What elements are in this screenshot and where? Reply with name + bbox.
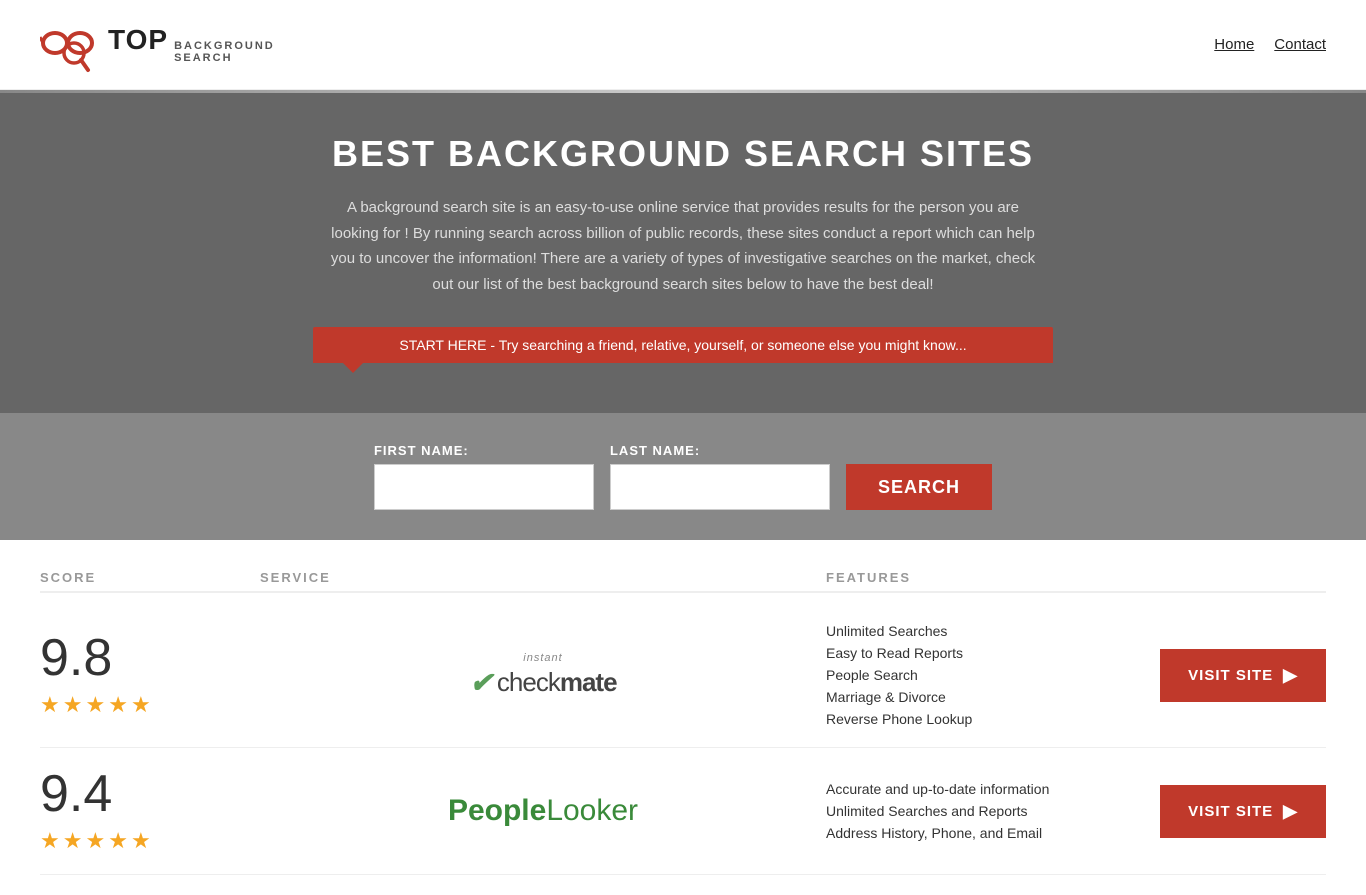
search-button[interactable]: SEARCH	[846, 464, 992, 510]
hero-section: BEST BACKGROUND SEARCH SITES A backgroun…	[0, 93, 1366, 413]
feature-2-0: Accurate and up-to-date information	[826, 781, 1146, 797]
search-form: FIRST NAME: LAST NAME: SEARCH	[293, 443, 1073, 510]
nav-contact[interactable]: Contact	[1274, 36, 1326, 53]
logo-sub1: BACKGROUND	[174, 40, 275, 52]
star-2-4: ★	[108, 828, 128, 854]
star-3: ★	[85, 692, 105, 718]
feature-2-1: Unlimited Searches and Reports	[826, 803, 1146, 819]
visit-button-1[interactable]: VISIT SITE ▶	[1160, 649, 1326, 702]
table-row: 9.4 ★ ★ ★ ★ ★ PeopleLooker Accurate and …	[40, 748, 1326, 875]
logo-text: TOP BACKGROUND SEARCH	[108, 25, 275, 64]
visit-arrow-2: ▶	[1283, 801, 1298, 822]
hero-title: BEST BACKGROUND SEARCH SITES	[20, 133, 1346, 175]
visit-cell-1: VISIT SITE ▶	[1146, 649, 1326, 702]
nav-home[interactable]: Home	[1214, 36, 1254, 53]
visit-cell-2: VISIT SITE ▶	[1146, 785, 1326, 838]
visit-arrow-1: ▶	[1283, 665, 1298, 686]
service-cell-1: instant ✔ checkmate	[260, 652, 826, 699]
people-text: People	[448, 794, 546, 827]
visit-button-2[interactable]: VISIT SITE ▶	[1160, 785, 1326, 838]
features-cell-1: Unlimited Searches Easy to Read Reports …	[826, 623, 1146, 727]
feature-1-4: Reverse Phone Lookup	[826, 711, 1146, 727]
star-2-3: ★	[85, 828, 105, 854]
main-nav: Home Contact	[1214, 36, 1326, 53]
table-row: 9.8 ★ ★ ★ ★ ★ instant ✔ checkmate Unlimi…	[40, 603, 1326, 748]
feature-1-3: Marriage & Divorce	[826, 689, 1146, 705]
score-cell-1: 9.8 ★ ★ ★ ★ ★	[40, 632, 260, 718]
last-name-label: LAST NAME:	[610, 443, 830, 458]
banner-text: START HERE - Try searching a friend, rel…	[399, 337, 966, 353]
header-action	[1146, 570, 1326, 585]
check-text: checkmate	[497, 667, 617, 698]
star-5: ★	[131, 692, 151, 718]
peoplelooker-logo: PeopleLooker	[448, 794, 638, 828]
search-form-wrapper: FIRST NAME: LAST NAME: SEARCH	[0, 413, 1366, 540]
hero-description: A background search site is an easy-to-u…	[323, 195, 1043, 297]
star-1: ★	[40, 692, 60, 718]
instant-label: instant	[523, 652, 562, 664]
checkmate-name: ✔ checkmate	[469, 666, 616, 699]
star-2: ★	[63, 692, 83, 718]
results-table: SCORE SERVICE FEATURES 9.8 ★ ★ ★ ★ ★ ins…	[0, 540, 1366, 895]
feature-1-1: Easy to Read Reports	[826, 645, 1146, 661]
star-2-2: ★	[63, 828, 83, 854]
first-name-label: FIRST NAME:	[374, 443, 594, 458]
search-banner: START HERE - Try searching a friend, rel…	[313, 327, 1053, 363]
first-name-input[interactable]	[374, 464, 594, 510]
first-name-group: FIRST NAME:	[374, 443, 594, 510]
service-cell-2: PeopleLooker	[260, 794, 826, 828]
stars-1: ★ ★ ★ ★ ★	[40, 692, 151, 718]
looker-text: Looker	[546, 794, 638, 827]
checkmark-icon: ✔	[469, 666, 492, 699]
logo: TOP BACKGROUND SEARCH	[40, 15, 275, 75]
features-cell-2: Accurate and up-to-date information Unli…	[826, 781, 1146, 841]
header-service: SERVICE	[260, 570, 826, 585]
feature-2-2: Address History, Phone, and Email	[826, 825, 1146, 841]
star-2-1: ★	[40, 828, 60, 854]
header-features: FEATURES	[826, 570, 1146, 585]
score-number-2: 9.4	[40, 768, 112, 820]
logo-icon	[40, 15, 100, 75]
site-header: TOP BACKGROUND SEARCH Home Contact	[0, 0, 1366, 90]
score-cell-2: 9.4 ★ ★ ★ ★ ★	[40, 768, 260, 854]
logo-top-text: TOP	[108, 25, 168, 56]
last-name-group: LAST NAME:	[610, 443, 830, 510]
score-number-1: 9.8	[40, 632, 112, 684]
logo-sub2: SEARCH	[174, 52, 275, 64]
last-name-input[interactable]	[610, 464, 830, 510]
feature-1-0: Unlimited Searches	[826, 623, 1146, 639]
header-score: SCORE	[40, 570, 260, 585]
feature-1-2: People Search	[826, 667, 1146, 683]
star-2-5: ★	[131, 828, 151, 854]
checkmate-logo: instant ✔ checkmate	[469, 652, 616, 699]
visit-label-2: VISIT SITE	[1188, 803, 1273, 820]
visit-label-1: VISIT SITE	[1188, 667, 1273, 684]
table-header: SCORE SERVICE FEATURES	[40, 560, 1326, 593]
star-4: ★	[108, 692, 128, 718]
stars-2: ★ ★ ★ ★ ★	[40, 828, 151, 854]
